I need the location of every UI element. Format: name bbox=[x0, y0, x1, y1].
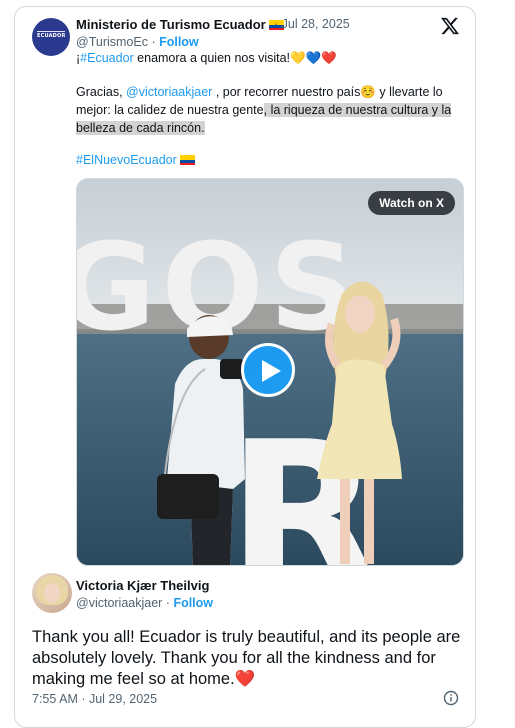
post-date[interactable]: · Jul 28, 2025 bbox=[274, 17, 350, 31]
quote-follow-button[interactable]: Follow bbox=[173, 596, 213, 610]
handle-separator: · bbox=[162, 596, 174, 610]
post-text-line-5: #ElNuevoEcuador bbox=[76, 151, 195, 169]
author-name-row[interactable]: Ministerio de Turismo Ecuador bbox=[76, 17, 284, 32]
heart-emoji: ❤️ bbox=[234, 670, 256, 688]
photographer-figure bbox=[157, 315, 245, 565]
play-button[interactable] bbox=[241, 343, 295, 397]
text-segment: mejor: la calidez de nuestra gente bbox=[76, 103, 264, 117]
author-handle-row: @TurismoEc · Follow bbox=[76, 35, 199, 49]
text-segment: , por recorrer nuestro país bbox=[212, 85, 361, 99]
quote-author-handle[interactable]: @victoriaakjaer bbox=[76, 596, 162, 610]
model-figure bbox=[317, 281, 402, 564]
avatar-logo-text: ECUADOR bbox=[37, 33, 66, 39]
info-icon[interactable] bbox=[443, 690, 459, 706]
hearts-emoji: 💛💙❤️ bbox=[290, 51, 337, 65]
author-handle[interactable]: @TurismoEc bbox=[76, 35, 148, 49]
post-text-line-1: ¡#Ecuador enamora a quien nos visita!💛💙❤… bbox=[76, 49, 337, 67]
post-text-line-4: belleza de cada rincón. bbox=[76, 119, 205, 137]
post-text-line-2: Gracias, @victoriaakjaer , por recorrer … bbox=[76, 83, 443, 101]
highlighted-text: belleza de cada rincón. bbox=[76, 121, 205, 135]
smile-emoji: ☺️ bbox=[360, 85, 376, 99]
video-thumbnail[interactable]: GOS R Watch on X bbox=[76, 178, 464, 566]
quote-text: Thank you all! Ecuador is truly beautifu… bbox=[32, 627, 472, 690]
quote-handle-row: @victoriaakjaer · Follow bbox=[76, 596, 213, 610]
hashtag-ecuador-link[interactable]: #Ecuador bbox=[80, 51, 134, 65]
quote-timestamp[interactable]: 7:55 AM · Jul 29, 2025 bbox=[32, 692, 157, 706]
avatar-face bbox=[44, 583, 60, 603]
flag-stripe-red bbox=[179, 162, 195, 165]
x-logo-icon[interactable] bbox=[440, 16, 460, 36]
mention-victoriaakjaer-link[interactable]: @victoriaakjaer bbox=[126, 85, 212, 99]
author-avatar[interactable]: ECUADOR bbox=[32, 18, 70, 56]
text-segment: Gracias, bbox=[76, 85, 127, 99]
follow-button[interactable]: Follow bbox=[159, 35, 199, 49]
play-icon bbox=[262, 360, 281, 382]
author-name[interactable]: Ministerio de Turismo Ecuador bbox=[76, 17, 266, 32]
ecuador-flag-icon bbox=[179, 155, 195, 165]
watch-on-x-button[interactable]: Watch on X bbox=[368, 191, 455, 215]
highlighted-text: , la riqueza de nuestra cultura y la bbox=[263, 103, 452, 117]
handle-separator: · bbox=[147, 35, 160, 49]
post-text-line-3: mejor: la calidez de nuestra gente, la r… bbox=[76, 101, 452, 119]
quote-author-avatar[interactable] bbox=[32, 573, 72, 613]
hashtag-elnuevoecuador-link[interactable]: #ElNuevoEcuador bbox=[76, 153, 177, 167]
text-segment: y llevarte lo bbox=[375, 85, 443, 99]
quote-author-name[interactable]: Victoria Kjær Theilvig bbox=[76, 578, 209, 593]
text-segment: enamora a quien nos visita! bbox=[133, 51, 291, 65]
